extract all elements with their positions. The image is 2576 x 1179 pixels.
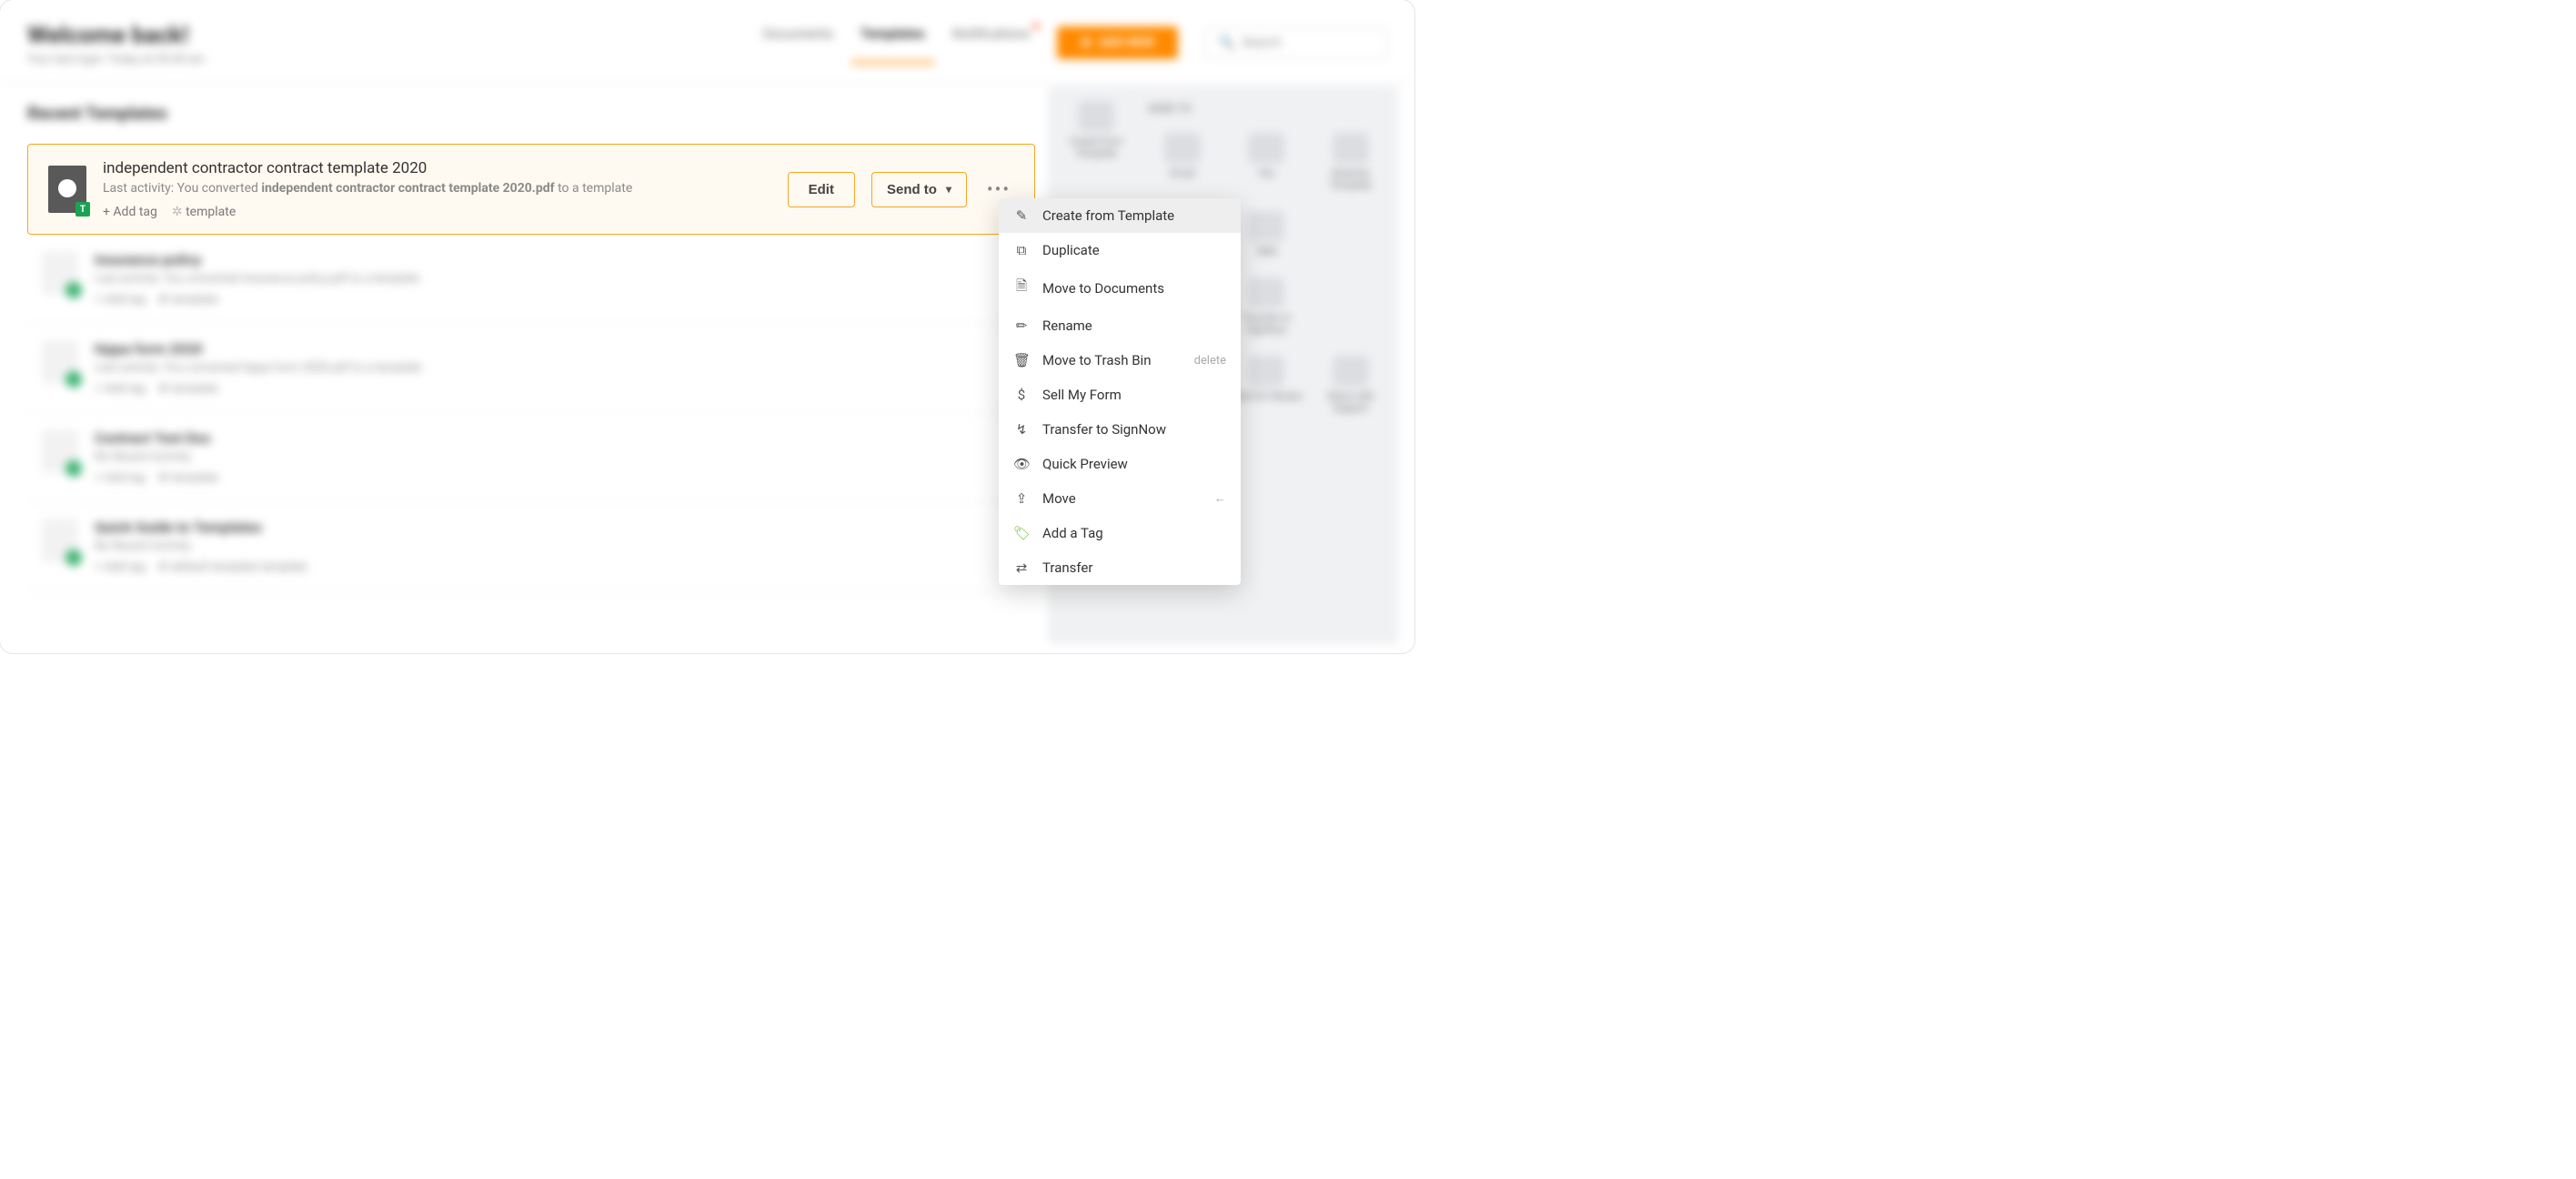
top-nav: Documents Templates Notifications ⊕ ADD … bbox=[763, 22, 1387, 60]
dollar-icon: $ bbox=[1013, 387, 1030, 403]
rail-create-from-template[interactable]: Create from Template bbox=[1055, 96, 1137, 165]
transfer-icon: ⇄ bbox=[1013, 559, 1030, 576]
notification-dot-icon bbox=[1033, 24, 1039, 29]
menu-move[interactable]: ⇪ Move ← bbox=[999, 481, 1241, 516]
nav-documents[interactable]: Documents bbox=[763, 25, 833, 60]
welcome-sub: Your last login: Today at 05:40 am bbox=[27, 53, 205, 66]
nav-templates[interactable]: Templates bbox=[860, 25, 925, 60]
rail-email[interactable]: Email bbox=[1142, 127, 1223, 196]
menu-add-tag[interactable]: 🏷 Add a Tag bbox=[999, 516, 1241, 550]
welcome-block: Welcome back! Your last login: Today at … bbox=[27, 22, 205, 66]
chevron-down-icon: ▾ bbox=[946, 183, 951, 196]
signnow-icon: ↯ bbox=[1013, 421, 1030, 438]
menu-move-to-documents[interactable]: 🗎 Move to Documents bbox=[999, 267, 1241, 308]
menu-create-from-template[interactable]: ✎ Create from Template bbox=[999, 198, 1241, 233]
file-thumbnail-icon bbox=[42, 251, 78, 295]
send-to-button[interactable]: Send to ▾ bbox=[871, 172, 967, 207]
menu-transfer[interactable]: ⇄ Transfer bbox=[999, 550, 1241, 585]
move-icon: ⇪ bbox=[1013, 490, 1030, 507]
section-title: Recent Templates bbox=[27, 103, 167, 124]
plus-icon: ⊕ bbox=[1081, 35, 1092, 50]
template-thumbnail-icon bbox=[48, 166, 86, 213]
welcome-title: Welcome back! bbox=[27, 22, 205, 49]
rail-notarize[interactable]: Notarize Template bbox=[1311, 127, 1391, 196]
menu-sell-my-form[interactable]: $ Sell My Form bbox=[999, 378, 1241, 412]
file-thumbnail-icon bbox=[42, 429, 78, 473]
menu-rename[interactable]: ✏ Rename bbox=[999, 308, 1241, 343]
template-title: independent contractor contract template… bbox=[103, 159, 771, 177]
template-activity: Last activity: You converted independent… bbox=[103, 181, 771, 196]
header: Welcome back! Your last login: Today at … bbox=[0, 0, 1414, 84]
tag-chip: ✲ template bbox=[172, 205, 236, 219]
preview-icon: 👁 bbox=[1013, 456, 1030, 472]
context-menu: ✎ Create from Template ⧉ Duplicate 🗎 Mov… bbox=[999, 198, 1241, 585]
copy-icon: ⧉ bbox=[1013, 242, 1030, 258]
file-thumbnail-icon bbox=[42, 519, 78, 562]
file-thumbnail-icon bbox=[42, 340, 78, 384]
pencil-icon: ✏ bbox=[1013, 317, 1030, 334]
menu-quick-preview[interactable]: 👁 Quick Preview bbox=[999, 447, 1241, 481]
trash-icon: 🗑 bbox=[1013, 352, 1030, 368]
rail-fax[interactable]: Fax bbox=[1226, 127, 1306, 196]
edit-icon: ✎ bbox=[1013, 207, 1030, 224]
rail-section-title: SEND TO bbox=[1142, 96, 1391, 122]
menu-duplicate[interactable]: ⧉ Duplicate bbox=[999, 233, 1241, 267]
selected-template-row[interactable]: independent contractor contract template… bbox=[27, 144, 1035, 235]
more-actions-button[interactable]: ••• bbox=[983, 178, 1014, 200]
gear-icon: ✲ bbox=[172, 205, 183, 219]
tag-icon: 🏷 bbox=[1013, 525, 1030, 541]
search-input[interactable]: 🔍 Search bbox=[1205, 27, 1387, 58]
document-icon: 🗎 bbox=[1013, 277, 1030, 299]
edit-button[interactable]: Edit bbox=[788, 172, 855, 207]
arrow-left-icon: ← bbox=[1214, 491, 1226, 506]
add-new-button[interactable]: ⊕ ADD NEW bbox=[1057, 26, 1178, 59]
menu-move-to-trash[interactable]: 🗑 Move to Trash Bin delete bbox=[999, 343, 1241, 378]
template-icon bbox=[1078, 101, 1114, 132]
shortcut-label: delete bbox=[1194, 354, 1226, 368]
search-icon: 🔍 bbox=[1219, 35, 1234, 50]
selected-row-body: independent contractor contract template… bbox=[103, 159, 771, 219]
nav-notifications[interactable]: Notifications bbox=[952, 25, 1030, 60]
menu-transfer-signnow[interactable]: ↯ Transfer to SignNow bbox=[999, 412, 1241, 447]
add-tag-button[interactable]: + Add tag bbox=[103, 205, 157, 219]
rail-share-support[interactable]: Share with Support bbox=[1311, 350, 1391, 419]
